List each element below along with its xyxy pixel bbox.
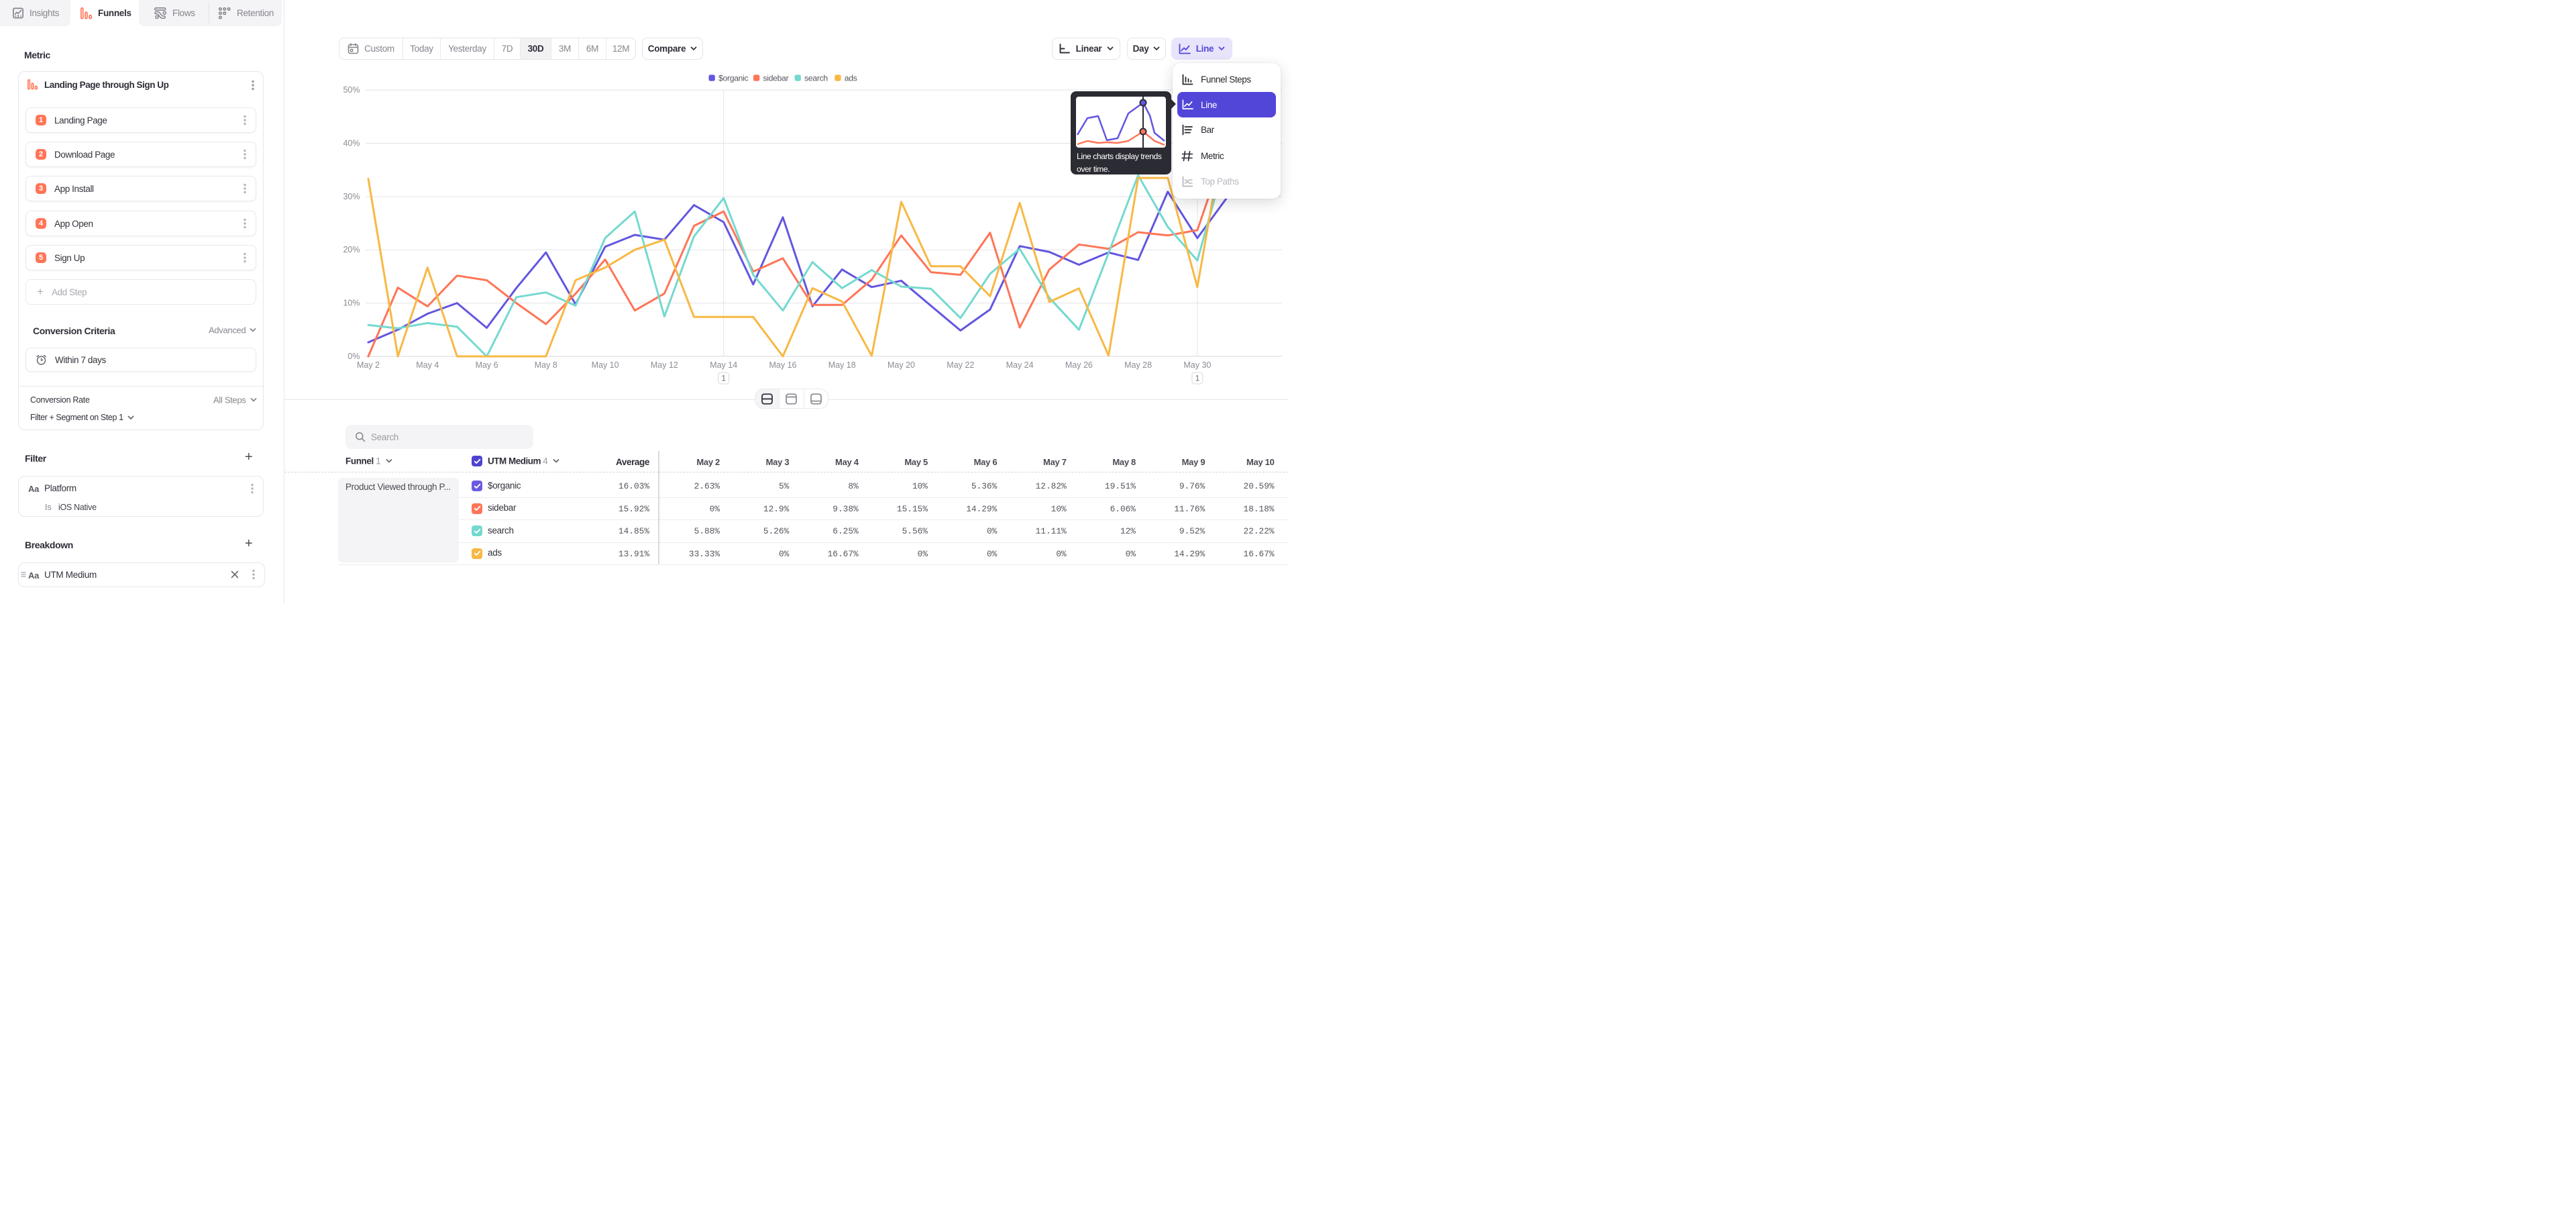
svg-text:20%: 20% <box>343 245 360 254</box>
svg-text:May 28: May 28 <box>1124 360 1152 370</box>
svg-text:May 12: May 12 <box>651 360 678 370</box>
svg-text:40%: 40% <box>343 139 360 148</box>
svg-text:May 30: May 30 <box>1183 360 1211 370</box>
svg-text:sidebar: sidebar <box>763 74 789 83</box>
svg-text:May 16: May 16 <box>769 360 797 370</box>
svg-text:May 2: May 2 <box>357 360 380 370</box>
svg-text:30%: 30% <box>343 192 360 201</box>
svg-text:50%: 50% <box>343 85 360 95</box>
svg-text:1: 1 <box>1195 375 1199 383</box>
svg-text:1: 1 <box>721 375 725 383</box>
svg-text:May 24: May 24 <box>1006 360 1034 370</box>
svg-text:May 18: May 18 <box>828 360 856 370</box>
svg-text:0%: 0% <box>347 352 360 361</box>
svg-text:May 20: May 20 <box>888 360 915 370</box>
svg-text:$organic: $organic <box>718 74 749 83</box>
svg-text:May 6: May 6 <box>476 360 498 370</box>
svg-text:May 10: May 10 <box>592 360 619 370</box>
svg-text:May 4: May 4 <box>416 360 439 370</box>
svg-text:May 14: May 14 <box>710 360 737 370</box>
svg-text:May 26: May 26 <box>1065 360 1093 370</box>
svg-text:ads: ads <box>845 74 857 83</box>
svg-text:search: search <box>804 74 828 83</box>
svg-text:May 22: May 22 <box>947 360 974 370</box>
svg-text:10%: 10% <box>343 299 360 308</box>
svg-text:May 8: May 8 <box>535 360 557 370</box>
